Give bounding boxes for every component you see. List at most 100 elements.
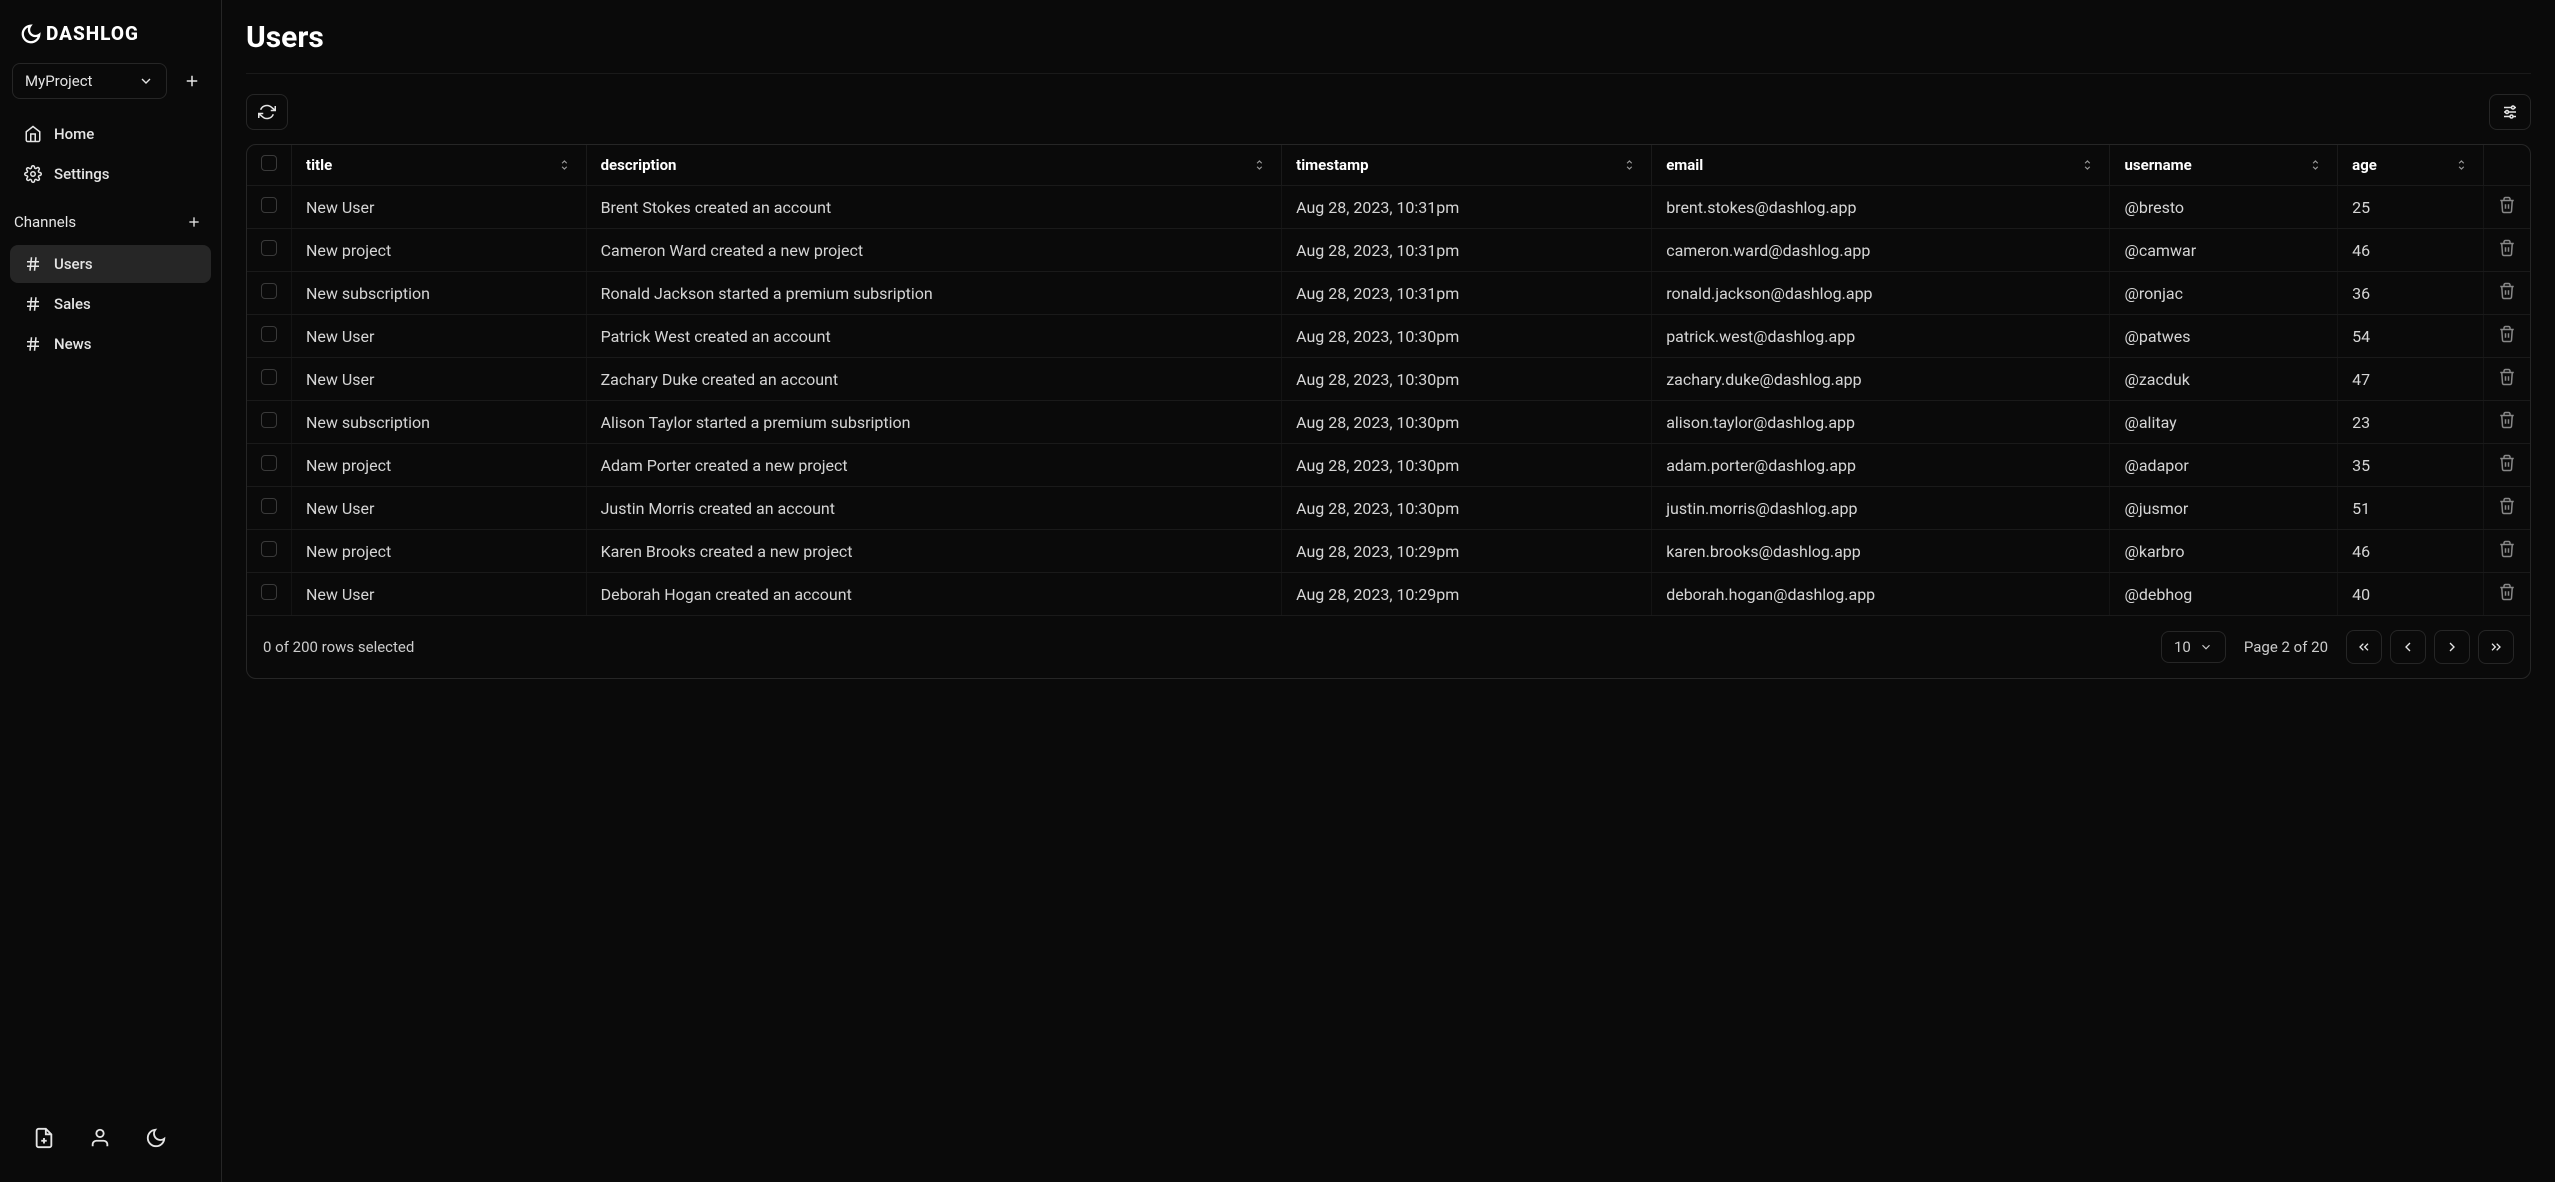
refresh-button[interactable] — [246, 94, 288, 130]
table-row: New User Brent Stokes created an account… — [247, 186, 2530, 229]
row-checkbox[interactable] — [261, 412, 277, 428]
users-table: title description timestamp email userna… — [247, 145, 2530, 616]
table-row: New User Zachary Duke created an account… — [247, 358, 2530, 401]
table-container: title description timestamp email userna… — [246, 144, 2531, 679]
row-checkbox[interactable] — [261, 369, 277, 385]
cell-title: New project — [292, 229, 587, 272]
table-footer: 0 of 200 rows selected 10 Page 2 of 20 — [247, 616, 2530, 678]
delete-row-button[interactable] — [2498, 540, 2516, 558]
last-page-button[interactable] — [2478, 630, 2514, 664]
cell-email: patrick.west@dashlog.app — [1652, 315, 2110, 358]
sort-icon[interactable] — [1253, 158, 1267, 172]
table-row: New project Karen Brooks created a new p… — [247, 530, 2530, 573]
row-checkbox[interactable] — [261, 240, 277, 256]
cell-age: 23 — [2338, 401, 2484, 444]
cell-description: Cameron Ward created a new project — [586, 229, 1282, 272]
next-page-button[interactable] — [2434, 630, 2470, 664]
delete-row-button[interactable] — [2498, 325, 2516, 343]
nav-settings[interactable]: Settings — [10, 155, 211, 193]
sort-icon[interactable] — [2309, 158, 2323, 172]
cell-description: Karen Brooks created a new project — [586, 530, 1282, 573]
cell-username: @karbro — [2110, 530, 2338, 573]
cell-email: deborah.hogan@dashlog.app — [1652, 573, 2110, 616]
col-username[interactable]: username — [2110, 145, 2338, 186]
channel-label: Users — [54, 255, 93, 273]
delete-row-button[interactable] — [2498, 239, 2516, 257]
gear-icon — [24, 165, 42, 183]
select-all-checkbox[interactable] — [261, 155, 277, 171]
table-row: New User Deborah Hogan created an accoun… — [247, 573, 2530, 616]
sidebar-channel-users[interactable]: Users — [10, 245, 211, 283]
cell-age: 25 — [2338, 186, 2484, 229]
cell-description: Zachary Duke created an account — [586, 358, 1282, 401]
cell-age: 51 — [2338, 487, 2484, 530]
sort-icon[interactable] — [1623, 158, 1637, 172]
delete-row-button[interactable] — [2498, 454, 2516, 472]
cell-timestamp: Aug 28, 2023, 10:29pm — [1282, 530, 1652, 573]
sidebar-channel-sales[interactable]: Sales — [10, 285, 211, 323]
cell-timestamp: Aug 28, 2023, 10:30pm — [1282, 358, 1652, 401]
row-checkbox[interactable] — [261, 197, 277, 213]
hash-icon — [24, 295, 42, 313]
channel-label: News — [54, 335, 92, 353]
delete-row-button[interactable] — [2498, 583, 2516, 601]
cell-timestamp: Aug 28, 2023, 10:30pm — [1282, 487, 1652, 530]
sort-icon[interactable] — [2081, 158, 2095, 172]
cell-timestamp: Aug 28, 2023, 10:31pm — [1282, 229, 1652, 272]
cell-title: New User — [292, 358, 587, 401]
sort-icon[interactable] — [558, 158, 572, 172]
col-description[interactable]: description — [586, 145, 1282, 186]
col-age[interactable]: age — [2338, 145, 2484, 186]
filter-button[interactable] — [2489, 94, 2531, 130]
row-checkbox[interactable] — [261, 584, 277, 600]
row-checkbox[interactable] — [261, 455, 277, 471]
add-project-button[interactable] — [175, 64, 209, 98]
cell-email: adam.porter@dashlog.app — [1652, 444, 2110, 487]
profile-button[interactable] — [80, 1118, 120, 1158]
channels-title: Channels — [14, 213, 76, 231]
cell-description: Brent Stokes created an account — [586, 186, 1282, 229]
col-title[interactable]: title — [292, 145, 587, 186]
delete-row-button[interactable] — [2498, 282, 2516, 300]
table-row: New User Justin Morris created an accoun… — [247, 487, 2530, 530]
add-channel-button[interactable] — [181, 209, 207, 235]
nav-settings-label: Settings — [54, 165, 110, 183]
cell-description: Adam Porter created a new project — [586, 444, 1282, 487]
nav-home[interactable]: Home — [10, 115, 211, 153]
delete-row-button[interactable] — [2498, 411, 2516, 429]
row-checkbox[interactable] — [261, 283, 277, 299]
row-checkbox[interactable] — [261, 326, 277, 342]
delete-row-button[interactable] — [2498, 368, 2516, 386]
delete-row-button[interactable] — [2498, 196, 2516, 214]
cell-description: Patrick West created an account — [586, 315, 1282, 358]
theme-toggle[interactable] — [136, 1118, 176, 1158]
table-row: New project Cameron Ward created a new p… — [247, 229, 2530, 272]
col-timestamp[interactable]: timestamp — [1282, 145, 1652, 186]
sidebar-channel-news[interactable]: News — [10, 325, 211, 363]
table-row: New project Adam Porter created a new pr… — [247, 444, 2530, 487]
row-checkbox[interactable] — [261, 498, 277, 514]
cell-timestamp: Aug 28, 2023, 10:31pm — [1282, 272, 1652, 315]
page-size-value: 10 — [2174, 638, 2191, 656]
cell-description: Ronald Jackson started a premium subsrip… — [586, 272, 1282, 315]
cell-email: brent.stokes@dashlog.app — [1652, 186, 2110, 229]
channel-label: Sales — [54, 295, 91, 313]
page-size-select[interactable]: 10 — [2161, 631, 2226, 663]
table-row: New subscription Ronald Jackson started … — [247, 272, 2530, 315]
selection-status: 0 of 200 rows selected — [263, 638, 414, 656]
row-checkbox[interactable] — [261, 541, 277, 557]
sort-icon[interactable] — [2455, 158, 2469, 172]
first-page-button[interactable] — [2346, 630, 2382, 664]
cell-age: 54 — [2338, 315, 2484, 358]
docs-button[interactable] — [24, 1118, 64, 1158]
prev-page-button[interactable] — [2390, 630, 2426, 664]
home-icon — [24, 125, 42, 143]
col-email[interactable]: email — [1652, 145, 2110, 186]
delete-row-button[interactable] — [2498, 497, 2516, 515]
brand-logo: DASHLOG — [10, 14, 211, 63]
cell-username: @alitay — [2110, 401, 2338, 444]
main-content: Users title description timestamp email … — [222, 0, 2555, 1182]
project-select[interactable]: MyProject — [12, 63, 167, 99]
nav-home-label: Home — [54, 125, 94, 143]
cell-title: New subscription — [292, 401, 587, 444]
